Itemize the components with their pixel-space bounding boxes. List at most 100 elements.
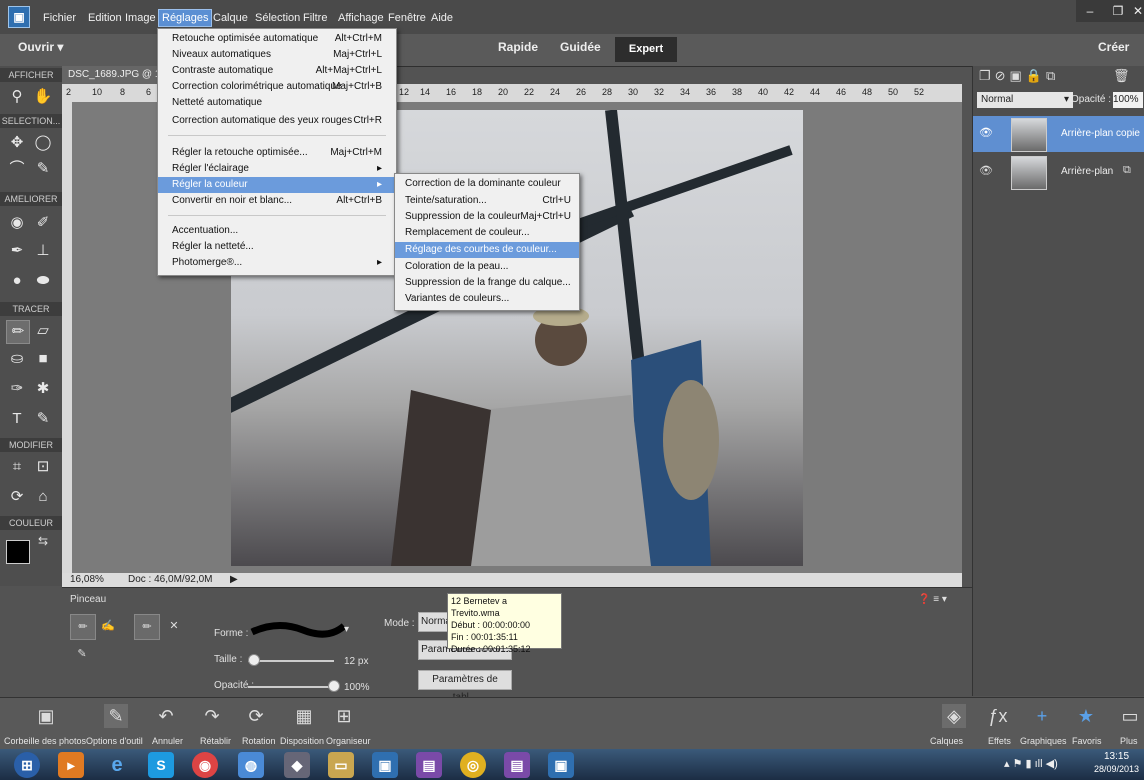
- open-button[interactable]: Ouvrir ▾: [18, 40, 63, 54]
- trash-icon[interactable]: 🗑: [1113, 68, 1130, 84]
- layer-row[interactable]: 👁 Arrière-plan ⧉: [973, 154, 1144, 190]
- move-icon[interactable]: ✥: [6, 132, 28, 154]
- layer-tools-icons[interactable]: ❐⊘▣🔒⧉: [979, 68, 1059, 84]
- menu-aide[interactable]: Aide: [428, 10, 456, 26]
- firefox-icon[interactable]: ◍: [238, 752, 264, 778]
- menu-item-auto-sharpen[interactable]: Netteté automatique: [158, 95, 396, 111]
- foreground-color-swatch[interactable]: [6, 540, 30, 564]
- custom-shape-icon[interactable]: ✱: [32, 378, 54, 400]
- smart-brush-icon[interactable]: ✒: [6, 240, 28, 262]
- organizer-app-icon[interactable]: ▤: [504, 752, 530, 778]
- eye-icon[interactable]: 👁: [979, 126, 993, 139]
- content-move-icon[interactable]: ⟳: [6, 486, 28, 508]
- folder-icon[interactable]: ▭: [328, 752, 354, 778]
- bin-label[interactable]: Corbeille des photos: [4, 736, 86, 746]
- mode-guidee[interactable]: Guidée: [560, 40, 601, 54]
- tool-options-icon[interactable]: ✎: [104, 704, 128, 728]
- mode-rapide[interactable]: Rapide: [498, 40, 538, 54]
- help-icon[interactable]: ❓ ≡ ▾: [918, 594, 947, 605]
- menu-image[interactable]: Image: [122, 10, 159, 26]
- photo-bin-icon[interactable]: ▣: [34, 704, 58, 728]
- brush-icon[interactable]: ✏: [6, 320, 30, 344]
- zoom-icon[interactable]: ⚲: [6, 86, 28, 108]
- submenu-item-color-variations[interactable]: Variantes de couleurs...: [395, 291, 579, 307]
- brush-stroke-preview[interactable]: [248, 618, 348, 640]
- sponge-icon[interactable]: ⬬: [32, 270, 54, 292]
- tray-icons[interactable]: ▴ ⚑ ▮ ıll ◀): [1004, 757, 1058, 770]
- layers-label[interactable]: Calques: [930, 736, 963, 746]
- graphics-label[interactable]: Graphiques: [1020, 736, 1067, 746]
- menu-item-auto-color[interactable]: Correction colorimétrique automatique Maj…: [158, 79, 396, 95]
- minimize-icon[interactable]: –: [1076, 0, 1104, 22]
- menu-item-auto-red-eye[interactable]: Correction automatique des yeux rouges Ct…: [158, 113, 396, 129]
- restore-icon[interactable]: ❐: [1104, 0, 1132, 22]
- type-icon[interactable]: T: [6, 408, 28, 430]
- more-label[interactable]: Plus: [1120, 736, 1138, 746]
- red-eye-icon[interactable]: ◉: [6, 212, 28, 234]
- menu-item-convert-bw[interactable]: Convertir en noir et blanc... Alt+Ctrl+B: [158, 193, 396, 209]
- rotate-label[interactable]: Rotation: [242, 736, 276, 746]
- menu-item-adjust-sharpness[interactable]: Régler la netteté...: [158, 239, 396, 255]
- eraser-icon[interactable]: ▱: [32, 320, 54, 342]
- submenu-item-remove-color-cast[interactable]: Correction de la dominante couleur: [395, 176, 579, 192]
- crop-icon[interactable]: ⌗: [6, 456, 28, 478]
- size-slider[interactable]: [248, 660, 334, 662]
- submenu-item-hue-saturation[interactable]: Teinte/saturation... Ctrl+U: [395, 193, 579, 209]
- picasa-icon[interactable]: ◉: [192, 752, 218, 778]
- pencil-icon[interactable]: ✎: [32, 408, 54, 430]
- elements-icon[interactable]: ▣: [372, 752, 398, 778]
- menu-item-unsharp-mask[interactable]: Accentuation...: [158, 223, 396, 239]
- mode-expert[interactable]: Expert: [615, 37, 677, 62]
- organizer-icon[interactable]: ⊞: [332, 704, 356, 728]
- menu-item-auto-smart-fix[interactable]: Retouche optimisée automatique Alt+Ctrl+M: [158, 31, 396, 47]
- marquee-icon[interactable]: ◯: [32, 132, 54, 154]
- rotate-icon[interactable]: ⟳: [244, 704, 268, 728]
- internet-explorer-icon[interactable]: e: [104, 752, 130, 778]
- color-replace-icon[interactable]: ✎: [70, 642, 94, 666]
- menu-fenetre[interactable]: Fenêtre: [385, 10, 429, 26]
- menu-affichage[interactable]: Affichage: [335, 10, 387, 26]
- swap-colors-icon[interactable]: ⇆: [38, 534, 48, 548]
- undo-icon[interactable]: ↶: [154, 704, 178, 728]
- eyedropper-icon[interactable]: ✑: [6, 378, 28, 400]
- favorites-label[interactable]: Favoris: [1072, 736, 1102, 746]
- submenu-item-remove-color[interactable]: Suppression de la couleur Maj+Ctrl+U: [395, 209, 579, 225]
- menu-item-adjust-smart-fix[interactable]: Régler la retouche optimisée... Maj+Ctrl+…: [158, 145, 396, 161]
- more-icon[interactable]: ▭: [1118, 704, 1142, 728]
- redo-icon[interactable]: ↷: [200, 704, 224, 728]
- close-icon[interactable]: ✕: [1132, 0, 1144, 22]
- layer-row[interactable]: 👁 Arrière-plan copie: [973, 116, 1144, 152]
- layers-icon[interactable]: ◈: [942, 704, 966, 728]
- clone-stamp-icon[interactable]: ⊥: [32, 240, 54, 262]
- blur-icon[interactable]: ●: [6, 270, 28, 292]
- effects-icon[interactable]: ƒx: [986, 704, 1010, 728]
- status-menu-icon[interactable]: ▶: [230, 573, 238, 587]
- menu-fichier[interactable]: Fichier: [40, 10, 79, 26]
- lock-icon[interactable]: ⧉: [1123, 164, 1131, 177]
- blend-mode-select[interactable]: Normal ▾: [977, 92, 1073, 108]
- layout-label[interactable]: Disposition: [280, 736, 324, 746]
- create-button[interactable]: Créer: [1098, 40, 1129, 54]
- menu-edition[interactable]: Edition: [85, 10, 125, 26]
- opacity-slider[interactable]: [248, 686, 334, 688]
- straighten-icon[interactable]: ⌂: [32, 486, 54, 508]
- tool-options-label[interactable]: Options d'outil: [86, 736, 143, 746]
- redo-label[interactable]: Rétablir: [200, 736, 231, 746]
- menu-item-auto-contrast[interactable]: Contraste automatique Alt+Maj+Ctrl+L: [158, 63, 396, 79]
- star-icon[interactable]: ★: [1074, 704, 1098, 728]
- menu-item-adjust-lighting[interactable]: Régler l'éclairage ▸: [158, 161, 396, 177]
- eye-icon[interactable]: 👁: [979, 164, 993, 177]
- menu-item-auto-levels[interactable]: Niveaux automatiques Maj+Ctrl+L: [158, 47, 396, 63]
- chevron-down-icon[interactable]: ▾: [344, 624, 349, 635]
- organizer-label[interactable]: Organiseur: [326, 736, 371, 746]
- tablet-settings-button[interactable]: Paramètres de tabl...: [418, 670, 512, 703]
- submenu-item-defringe[interactable]: Suppression de la frange du calque...: [395, 275, 579, 291]
- layer-opacity-input[interactable]: 100%: [1113, 92, 1143, 108]
- layout-icon[interactable]: ▦: [292, 704, 316, 728]
- menu-reglages[interactable]: Réglages: [158, 9, 213, 27]
- app-icon[interactable]: ▣: [8, 6, 30, 28]
- undo-label[interactable]: Annuler: [152, 736, 183, 746]
- menu-selection[interactable]: Sélection: [252, 10, 303, 26]
- elements-editor-icon[interactable]: ▣: [548, 752, 574, 778]
- impressionist-brush-icon[interactable]: ✍: [96, 614, 120, 638]
